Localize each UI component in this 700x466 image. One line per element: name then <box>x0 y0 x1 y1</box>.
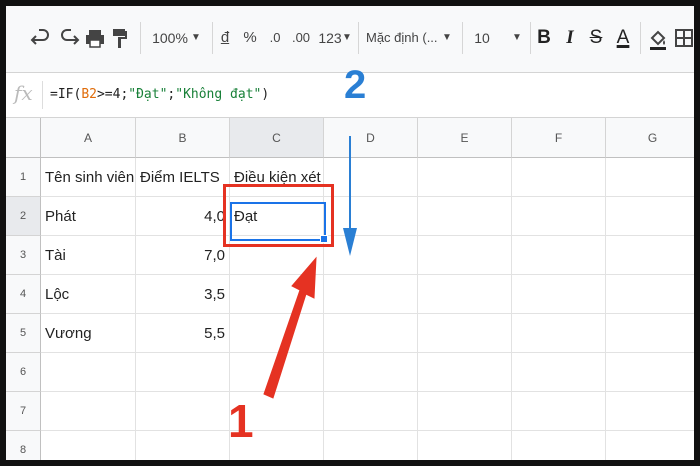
red-arrow <box>263 256 317 399</box>
step-2-label: 2 <box>344 63 367 107</box>
spreadsheet-window: 100% ▼ đ % .0 .00 123 ▼ Mặc định (... ▼ … <box>6 6 694 460</box>
step-1-label: 1 <box>228 395 254 447</box>
blue-arrow-head <box>343 228 357 256</box>
